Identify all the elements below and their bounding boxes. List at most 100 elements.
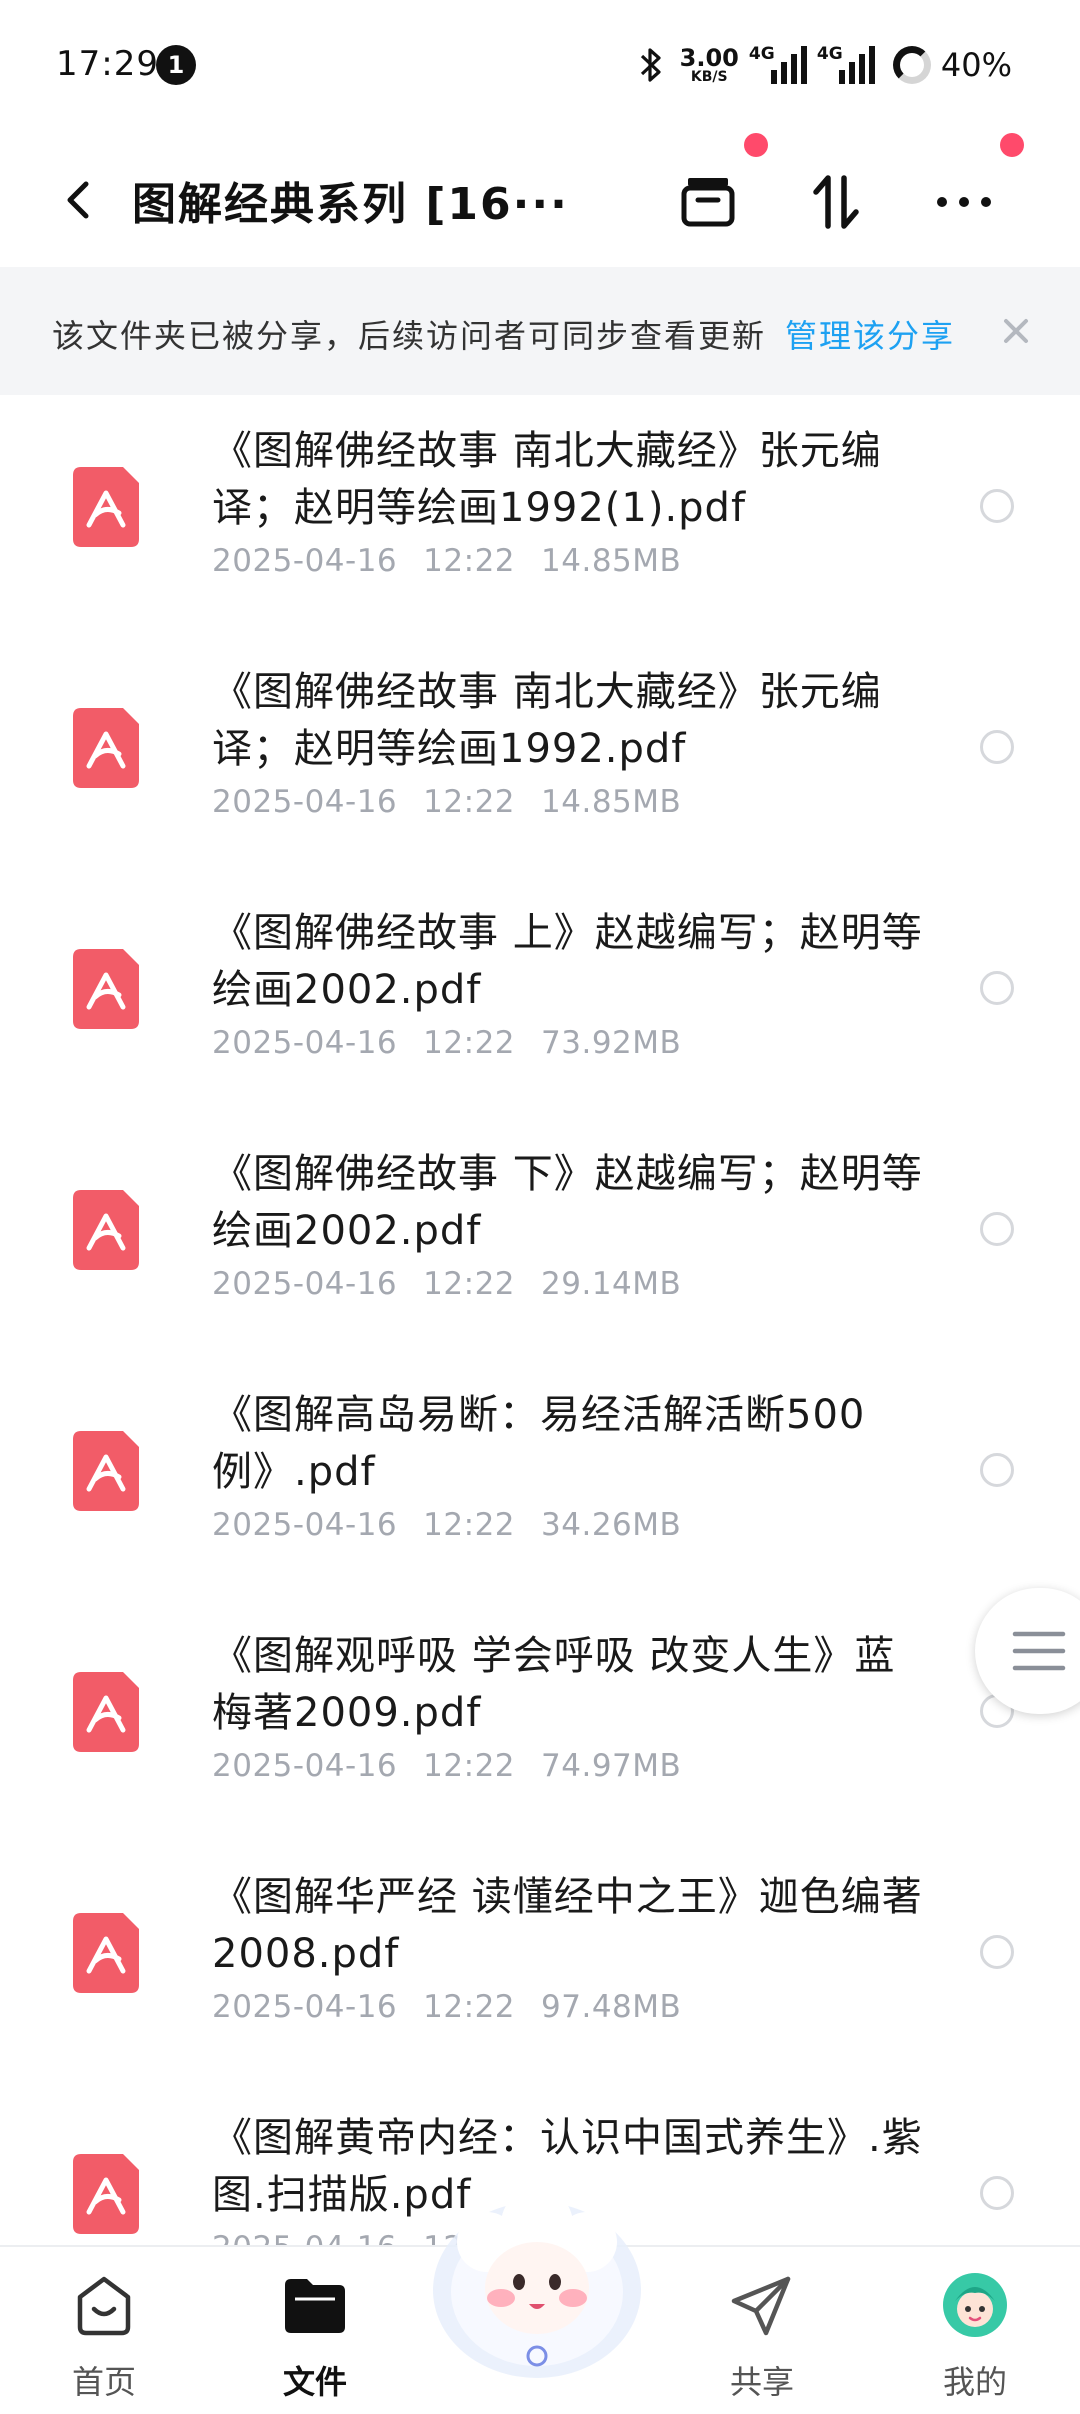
file-time: 12:22 xyxy=(423,543,516,579)
share-message: 该文件夹已被分享，后续访问者可同步查看更新 xyxy=(52,317,767,355)
sort-icon xyxy=(813,175,859,229)
file-date: 2025-04-16 xyxy=(212,784,398,820)
file-meta: 2025-04-16 12:22 34.26MB xyxy=(212,1507,681,1543)
close-banner-button[interactable] xyxy=(998,313,1034,349)
file-row[interactable]: 《图解高岛易断：易经活解活断500例》.pdf 2025-04-16 12:22 3… xyxy=(0,1369,1080,1610)
file-size: 34.26MB xyxy=(541,1507,682,1543)
file-name: 《图解高岛易断：易经活解活断500例》.pdf xyxy=(212,1392,866,1495)
file-time: 12:22 xyxy=(423,1989,516,2025)
status-time: 17:29 xyxy=(56,44,159,84)
file-date: 2025-04-16 xyxy=(212,1025,398,1061)
select-radio[interactable] xyxy=(980,971,1014,1005)
file-browser-screen: 17:29 1 3.00 KB/S 4G 4G 40% 图解经典系列 [16··… xyxy=(0,0,1080,2414)
sort-button[interactable] xyxy=(800,166,872,238)
more-icon xyxy=(937,197,991,207)
pdf-file-icon xyxy=(73,949,139,1029)
more-notification-dot xyxy=(1000,133,1024,157)
avatar xyxy=(943,2273,1007,2337)
signal-icon: 4G xyxy=(817,44,875,86)
select-radio[interactable] xyxy=(980,489,1014,523)
file-list: 《图解佛经故事 南北大藏经》张元编译；赵明等绘画1992(1).pdf 2025… xyxy=(0,395,1080,2245)
more-button[interactable] xyxy=(928,166,1000,238)
file-size: 97.48MB xyxy=(541,1989,682,2025)
nav-files[interactable]: 文件 xyxy=(240,2261,390,2411)
file-meta: 2025-04-16 12:22 14.85MB xyxy=(212,543,681,579)
file-row[interactable]: 《图解观呼吸 学会呼吸 改变人生》蓝梅著2009.pdf 2025-04-16 1… xyxy=(0,1610,1080,1851)
mascot-icon xyxy=(433,2188,641,2378)
manage-share-link[interactable]: 管理该分享 xyxy=(785,311,955,357)
nav-label: 我的 xyxy=(942,2363,1007,2401)
select-radio[interactable] xyxy=(980,730,1014,764)
status-bar: 17:29 1 3.00 KB/S 4G 4G 40% xyxy=(0,0,1080,130)
home-icon xyxy=(77,2276,131,2336)
file-name: 《图解佛经故事 南北大藏经》张元编译；赵明等绘画1992.pdf xyxy=(212,669,882,772)
folder-icon xyxy=(285,2279,345,2333)
mascot-assistant-button[interactable] xyxy=(425,2180,650,2380)
file-date: 2025-04-16 xyxy=(212,1507,398,1543)
file-meta: 2025-04-16 12:22 29.14MB xyxy=(212,1266,681,1302)
file-date: 2025-04-16 xyxy=(212,543,398,579)
file-size: 29.14MB xyxy=(541,1266,682,1302)
menu-icon xyxy=(1012,1631,1066,1671)
share-banner: 该文件夹已被分享，后续访问者可同步查看更新 管理该分享 xyxy=(0,267,1080,395)
file-date: 2025-04-16 xyxy=(212,1266,398,1302)
archive-notification-dot xyxy=(744,133,768,157)
pdf-file-icon xyxy=(73,1672,139,1752)
file-meta: 2025-04-16 12:22 97.48MB xyxy=(212,1989,681,2025)
file-name: 《图解佛经故事 下》赵越编写；赵明等绘画2002.pdf xyxy=(212,1151,923,1254)
network-speed: 3.00 KB/S xyxy=(680,46,739,84)
pdf-file-icon xyxy=(73,1431,139,1511)
signal-icon: 4G xyxy=(749,44,807,86)
app-header: 图解经典系列 [16··· xyxy=(0,130,1080,265)
file-name: 《图解佛经故事 南北大藏经》张元编译；赵明等绘画1992(1).pdf xyxy=(212,428,882,531)
file-meta: 2025-04-16 12:22 73.92MB xyxy=(212,1025,681,1061)
battery-icon xyxy=(892,46,931,84)
folder-title: 图解经典系列 [16··· xyxy=(132,179,569,230)
nav-label: 共享 xyxy=(729,2363,794,2401)
file-row[interactable]: 《图解佛经故事 上》赵越编写；赵明等绘画2002.pdf 2025-04-16 1… xyxy=(0,887,1080,1128)
file-time: 12:22 xyxy=(423,784,516,820)
file-meta: 2025-04-16 12:22 14.85MB xyxy=(212,784,681,820)
nav-share[interactable]: 共享 xyxy=(687,2261,837,2411)
pdf-file-icon xyxy=(73,708,139,788)
archive-button[interactable] xyxy=(672,166,744,238)
file-time: 12:22 xyxy=(423,1266,516,1302)
back-icon xyxy=(67,181,89,219)
notification-badge: 1 xyxy=(156,45,196,85)
file-name: 《图解观呼吸 学会呼吸 改变人生》蓝梅著2009.pdf xyxy=(212,1633,896,1736)
pdf-file-icon xyxy=(73,1190,139,1270)
select-radio[interactable] xyxy=(980,2176,1014,2210)
battery-text: 40% xyxy=(940,46,1012,84)
file-meta: 2025-04-16 12:22 74.97MB xyxy=(212,1748,681,1784)
file-row[interactable]: 《图解佛经故事 南北大藏经》张元编译；赵明等绘画1992(1).pdf 2025… xyxy=(0,405,1080,646)
file-row[interactable]: 《图解佛经故事 南北大藏经》张元编译；赵明等绘画1992.pdf 2025-04… xyxy=(0,646,1080,887)
select-radio[interactable] xyxy=(980,1212,1014,1246)
file-name: 《图解华严经 读懂经中之王》迦色编著2008.pdf xyxy=(212,1874,923,1977)
nav-label: 文件 xyxy=(282,2363,347,2401)
file-date: 2025-04-16 xyxy=(212,1748,398,1784)
file-date: 2025-04-16 xyxy=(212,2230,397,2245)
nav-label: 首页 xyxy=(71,2363,136,2401)
file-row[interactable]: 《图解佛经故事 下》赵越编写；赵明等绘画2002.pdf 2025-04-16 1… xyxy=(0,1128,1080,1369)
file-time: 12:22 xyxy=(423,1748,516,1784)
bluetooth-icon xyxy=(638,45,664,85)
file-size: 14.85MB xyxy=(541,784,682,820)
pdf-file-icon xyxy=(73,467,139,547)
nav-home[interactable]: 首页 xyxy=(29,2261,179,2411)
network-speed-unit: KB/S xyxy=(690,69,728,85)
file-time: 12:22 xyxy=(423,1025,516,1061)
pdf-file-icon xyxy=(73,1913,139,1993)
nav-mine[interactable]: 我的 xyxy=(900,2261,1050,2411)
file-name: 《图解佛经故事 上》赵越编写；赵明等绘画2002.pdf xyxy=(212,910,923,1013)
file-size: 74.97MB xyxy=(541,1748,682,1784)
file-row[interactable]: 《图解华严经 读懂经中之王》迦色编著2008.pdf 2025-04-16 12:… xyxy=(0,1851,1080,2092)
pdf-file-icon xyxy=(73,2154,139,2234)
select-radio[interactable] xyxy=(980,1935,1014,1969)
back-button[interactable] xyxy=(50,170,110,230)
file-date: 2025-04-16 xyxy=(212,1989,398,2025)
archive-icon xyxy=(681,178,735,227)
close-icon xyxy=(1004,319,1028,343)
network-speed-value: 3.00 xyxy=(679,44,739,72)
select-radio[interactable] xyxy=(980,1453,1014,1487)
file-size: 14.85MB xyxy=(541,543,682,579)
